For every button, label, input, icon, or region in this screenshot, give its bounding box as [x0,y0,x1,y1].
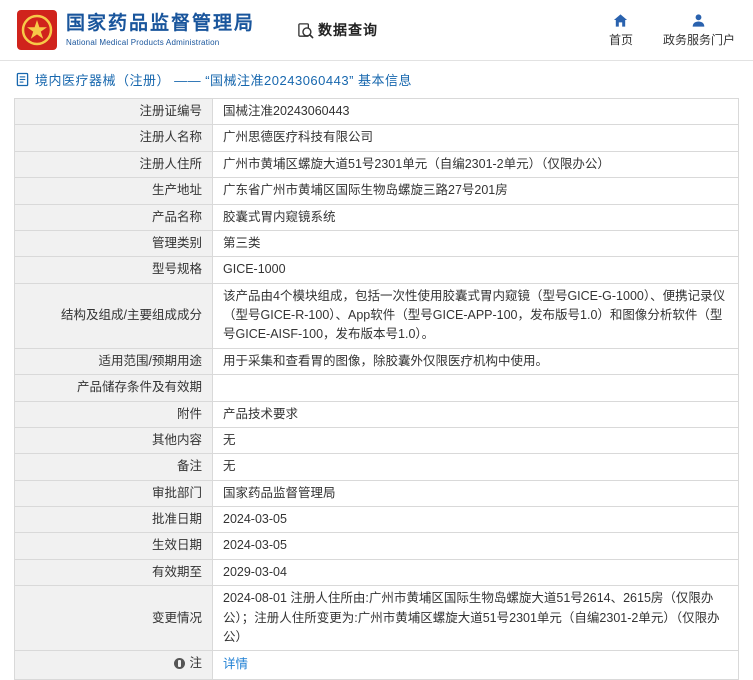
brand-text: 国家药品监督管理局 National Medical Products Admi… [66,13,255,47]
row-label: 生效日期 [15,533,213,559]
table-row: 注册人住所广州市黄埔区螺旋大道51号2301单元（自编2301-2单元）（仅限办… [15,151,739,177]
nav-portal-label: 政务服务门户 [663,31,735,48]
row-label: 产品储存条件及有效期 [15,375,213,401]
row-value: 国家药品监督管理局 [213,480,739,506]
table-row: 产品储存条件及有效期 [15,375,739,401]
nav-data-query[interactable]: 数据查询 [297,20,378,40]
nav-home-label: 首页 [609,31,633,48]
table-row: 适用范围/预期用途用于采集和查看胃的图像，除胶囊外仅限医疗机构中使用。 [15,348,739,374]
row-value: 产品技术要求 [213,401,739,427]
row-value [213,375,739,401]
table-row: 产品名称胶囊式胃内窥镜系统 [15,204,739,230]
row-label: 变更情况 [15,586,213,651]
row-value-note: 详情 [213,651,739,680]
table-row: 附件产品技术要求 [15,401,739,427]
table-row: 注册证编号国械注准20243060443 [15,99,739,125]
row-value: 胶囊式胃内窥镜系统 [213,204,739,230]
row-value: 无 [213,427,739,453]
org-name-cn: 国家药品监督管理局 [66,13,255,36]
row-label: 结构及组成/主要组成成分 [15,283,213,348]
table-row: 有效期至2029-03-04 [15,559,739,585]
table-row: 管理类别第三类 [15,230,739,256]
row-value: 2024-03-05 [213,533,739,559]
registration-info-table: 注册证编号国械注准20243060443 注册人名称广州思德医疗科技有限公司 注… [14,98,739,680]
row-label-note: 注 [15,651,213,680]
row-value: 2029-03-04 [213,559,739,585]
table-row: 批准日期2024-03-05 [15,507,739,533]
row-value: 用于采集和查看胃的图像，除胶囊外仅限医疗机构中使用。 [213,348,739,374]
note-circle-icon [174,658,185,669]
row-label: 注册证编号 [15,99,213,125]
row-label: 审批部门 [15,480,213,506]
row-value: 2024-03-05 [213,507,739,533]
note-label: 注 [189,654,202,673]
row-label: 生产地址 [15,178,213,204]
table-row: 型号规格GICE-1000 [15,257,739,283]
row-value: 国械注准20243060443 [213,99,739,125]
document-icon [16,72,29,87]
table-row: 审批部门国家药品监督管理局 [15,480,739,506]
row-value: 该产品由4个模块组成，包括一次性使用胶囊式胃内窥镜（型号GICE-G-1000）… [213,283,739,348]
row-value: 广州思德医疗科技有限公司 [213,125,739,151]
row-label: 其他内容 [15,427,213,453]
nav-data-query-label: 数据查询 [318,20,378,40]
table-row: 备注无 [15,454,739,480]
row-value: 广东省广州市黄埔区国际生物岛螺旋三路27号201房 [213,178,739,204]
table-row: 变更情况2024-08-01 注册人住所由:广州市黄埔区国际生物岛螺旋大道51号… [15,586,739,651]
row-label: 注册人名称 [15,125,213,151]
row-label: 注册人住所 [15,151,213,177]
search-icon [297,22,314,39]
table-row: 生效日期2024-03-05 [15,533,739,559]
row-label: 产品名称 [15,204,213,230]
row-value: 广州市黄埔区螺旋大道51号2301单元（自编2301-2单元）（仅限办公） [213,151,739,177]
national-emblem-icon [16,9,58,51]
table-row: 注册人名称广州思德医疗科技有限公司 [15,125,739,151]
row-value: 无 [213,454,739,480]
row-label: 有效期至 [15,559,213,585]
row-value: 2024-08-01 注册人住所由:广州市黄埔区国际生物岛螺旋大道51号2614… [213,586,739,651]
row-label: 批准日期 [15,507,213,533]
table-row-note: 注 详情 [15,651,739,680]
table-row: 其他内容无 [15,427,739,453]
row-value: GICE-1000 [213,257,739,283]
row-label: 备注 [15,454,213,480]
org-name-en: National Medical Products Administration [66,38,255,47]
row-label: 适用范围/预期用途 [15,348,213,374]
home-icon [613,13,628,28]
user-icon [691,13,706,28]
nav-portal[interactable]: 政务服务门户 [663,13,735,48]
breadcrumb: 境内医疗器械（注册） —— “国械注准20243060443” 基本信息 [0,61,753,96]
table-row: 生产地址广东省广州市黄埔区国际生物岛螺旋三路27号201房 [15,178,739,204]
breadcrumb-title: 境内医疗器械（注册） —— “国械注准20243060443” 基本信息 [35,70,412,89]
brand-home-link[interactable]: 国家药品监督管理局 National Medical Products Admi… [16,9,255,51]
row-label: 附件 [15,401,213,427]
detail-link[interactable]: 详情 [223,657,248,671]
table-row: 结构及组成/主要组成成分该产品由4个模块组成，包括一次性使用胶囊式胃内窥镜（型号… [15,283,739,348]
row-value: 第三类 [213,230,739,256]
row-label: 型号规格 [15,257,213,283]
header-nav: 首页 政务服务门户 [609,13,735,48]
nav-home[interactable]: 首页 [609,13,633,48]
site-header: 国家药品监督管理局 National Medical Products Admi… [0,0,753,60]
row-label: 管理类别 [15,230,213,256]
